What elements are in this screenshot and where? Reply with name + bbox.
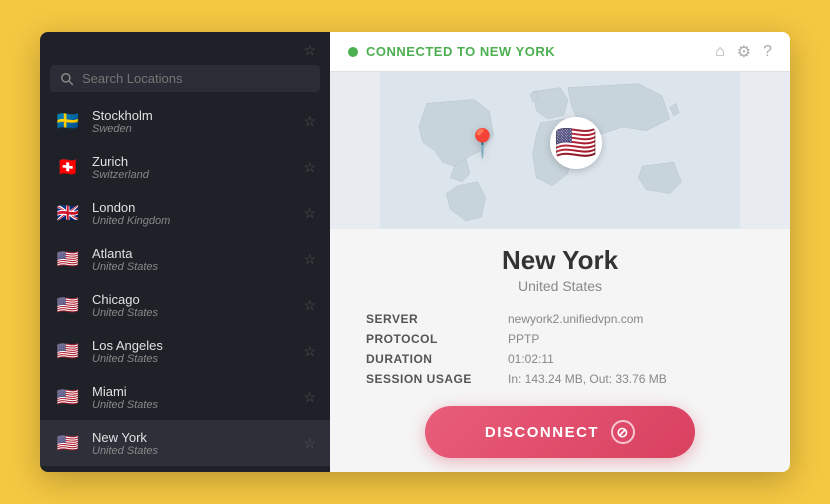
disconnect-label: DISCONNECT xyxy=(485,424,599,441)
connected-label: CONNECTED TO NEW YORK xyxy=(366,44,707,59)
country-newyork: United States xyxy=(92,445,293,457)
location-item-zurich[interactable]: 🇨🇭 Zurich Switzerland ☆ xyxy=(40,144,330,190)
flag-stockholm: 🇸🇪 xyxy=(54,107,82,135)
location-item-miami[interactable]: 🇺🇸 Miami United States ☆ xyxy=(40,374,330,420)
flag-miami: 🇺🇸 xyxy=(54,383,82,411)
sidebar-star-icon[interactable]: ☆ xyxy=(303,42,316,59)
main-topbar: CONNECTED TO NEW YORK ⌂ ⚙ ? xyxy=(330,32,790,72)
disconnect-icon: ⊘ xyxy=(611,420,635,444)
star-zurich[interactable]: ☆ xyxy=(303,159,316,176)
loc-info-atlanta: Atlanta United States xyxy=(92,246,293,273)
star-newyork[interactable]: ☆ xyxy=(303,435,316,452)
city-london: London xyxy=(92,200,293,215)
server-label: SERVER xyxy=(366,312,496,326)
country-chicago: United States xyxy=(92,307,293,319)
map-pin: 📍 xyxy=(465,127,500,160)
city-stockholm: Stockholm xyxy=(92,108,293,123)
loc-info-chicago: Chicago United States xyxy=(92,292,293,319)
city-losangeles: Los Angeles xyxy=(92,338,293,353)
country-losangeles: United States xyxy=(92,353,293,365)
duration-value: 01:02:11 xyxy=(508,352,754,366)
connection-details: SERVER newyork2.unifiedvpn.com PROTOCOL … xyxy=(330,304,790,396)
country-london: United Kingdom xyxy=(92,215,293,227)
country-miami: United States xyxy=(92,399,293,411)
map-flag-emoji: 🇺🇸 xyxy=(555,123,597,163)
loc-info-zurich: Zurich Switzerland xyxy=(92,154,293,181)
star-miami[interactable]: ☆ xyxy=(303,389,316,406)
sidebar-search-container xyxy=(50,65,320,92)
protocol-value: PPTP xyxy=(508,332,754,346)
loc-info-stockholm: Stockholm Sweden xyxy=(92,108,293,135)
location-info: New York United States xyxy=(330,229,790,304)
location-item-stockholm[interactable]: 🇸🇪 Stockholm Sweden ☆ xyxy=(40,98,330,144)
disconnect-bar: DISCONNECT ⊘ xyxy=(330,396,790,472)
sidebar-header: ☆ xyxy=(40,32,330,65)
location-list: 🇸🇪 Stockholm Sweden ☆ 🇨🇭 Zurich Switzerl… xyxy=(40,98,330,472)
star-atlanta[interactable]: ☆ xyxy=(303,251,316,268)
city-miami: Miami xyxy=(92,384,293,399)
star-losangeles[interactable]: ☆ xyxy=(303,343,316,360)
flag-newyork: 🇺🇸 xyxy=(54,429,82,457)
country-zurich: Switzerland xyxy=(92,169,293,181)
help-icon[interactable]: ? xyxy=(763,43,772,61)
location-item-newyork[interactable]: 🇺🇸 New York United States ☆ xyxy=(40,420,330,466)
star-london[interactable]: ☆ xyxy=(303,205,316,222)
app-window: ☆ 🇸🇪 Stockholm Sweden ☆ 🇨🇭 Zurich Switze… xyxy=(40,32,790,472)
location-item-losangeles[interactable]: 🇺🇸 Los Angeles United States ☆ xyxy=(40,328,330,374)
map-flag-circle: 🇺🇸 xyxy=(550,117,602,169)
flag-losangeles: 🇺🇸 xyxy=(54,337,82,365)
home-icon[interactable]: ⌂ xyxy=(715,43,725,61)
location-city: New York xyxy=(330,245,790,276)
search-input[interactable] xyxy=(82,71,310,86)
session-value: In: 143.24 MB, Out: 33.76 MB xyxy=(508,372,754,386)
connected-dot xyxy=(348,47,358,57)
disconnect-button[interactable]: DISCONNECT ⊘ xyxy=(425,406,695,458)
flag-chicago: 🇺🇸 xyxy=(54,291,82,319)
duration-label: DURATION xyxy=(366,352,496,366)
map-area: 📍 🇺🇸 xyxy=(330,72,790,229)
location-item-atlanta[interactable]: 🇺🇸 Atlanta United States ☆ xyxy=(40,236,330,282)
loc-info-london: London United Kingdom xyxy=(92,200,293,227)
settings-icon[interactable]: ⚙ xyxy=(737,42,751,62)
flag-london: 🇬🇧 xyxy=(54,199,82,227)
star-stockholm[interactable]: ☆ xyxy=(303,113,316,130)
country-atlanta: United States xyxy=(92,261,293,273)
topbar-icons: ⌂ ⚙ ? xyxy=(715,42,772,62)
city-newyork: New York xyxy=(92,430,293,445)
star-chicago[interactable]: ☆ xyxy=(303,297,316,314)
location-country: United States xyxy=(330,278,790,294)
flag-atlanta: 🇺🇸 xyxy=(54,245,82,273)
location-item-sanjose[interactable]: 🇺🇸 San Jose United States ☆ xyxy=(40,466,330,472)
city-zurich: Zurich xyxy=(92,154,293,169)
loc-info-newyork: New York United States xyxy=(92,430,293,457)
loc-info-miami: Miami United States xyxy=(92,384,293,411)
server-value: newyork2.unifiedvpn.com xyxy=(508,312,754,326)
country-stockholm: Sweden xyxy=(92,123,293,135)
location-item-london[interactable]: 🇬🇧 London United Kingdom ☆ xyxy=(40,190,330,236)
search-icon xyxy=(60,72,74,86)
loc-info-losangeles: Los Angeles United States xyxy=(92,338,293,365)
sidebar: ☆ 🇸🇪 Stockholm Sweden ☆ 🇨🇭 Zurich Switze… xyxy=(40,32,330,472)
main-panel: CONNECTED TO NEW YORK ⌂ ⚙ ? xyxy=(330,32,790,472)
protocol-label: PROTOCOL xyxy=(366,332,496,346)
location-item-chicago[interactable]: 🇺🇸 Chicago United States ☆ xyxy=(40,282,330,328)
session-label: SESSION USAGE xyxy=(366,372,496,386)
flag-zurich: 🇨🇭 xyxy=(54,153,82,181)
city-atlanta: Atlanta xyxy=(92,246,293,261)
city-chicago: Chicago xyxy=(92,292,293,307)
